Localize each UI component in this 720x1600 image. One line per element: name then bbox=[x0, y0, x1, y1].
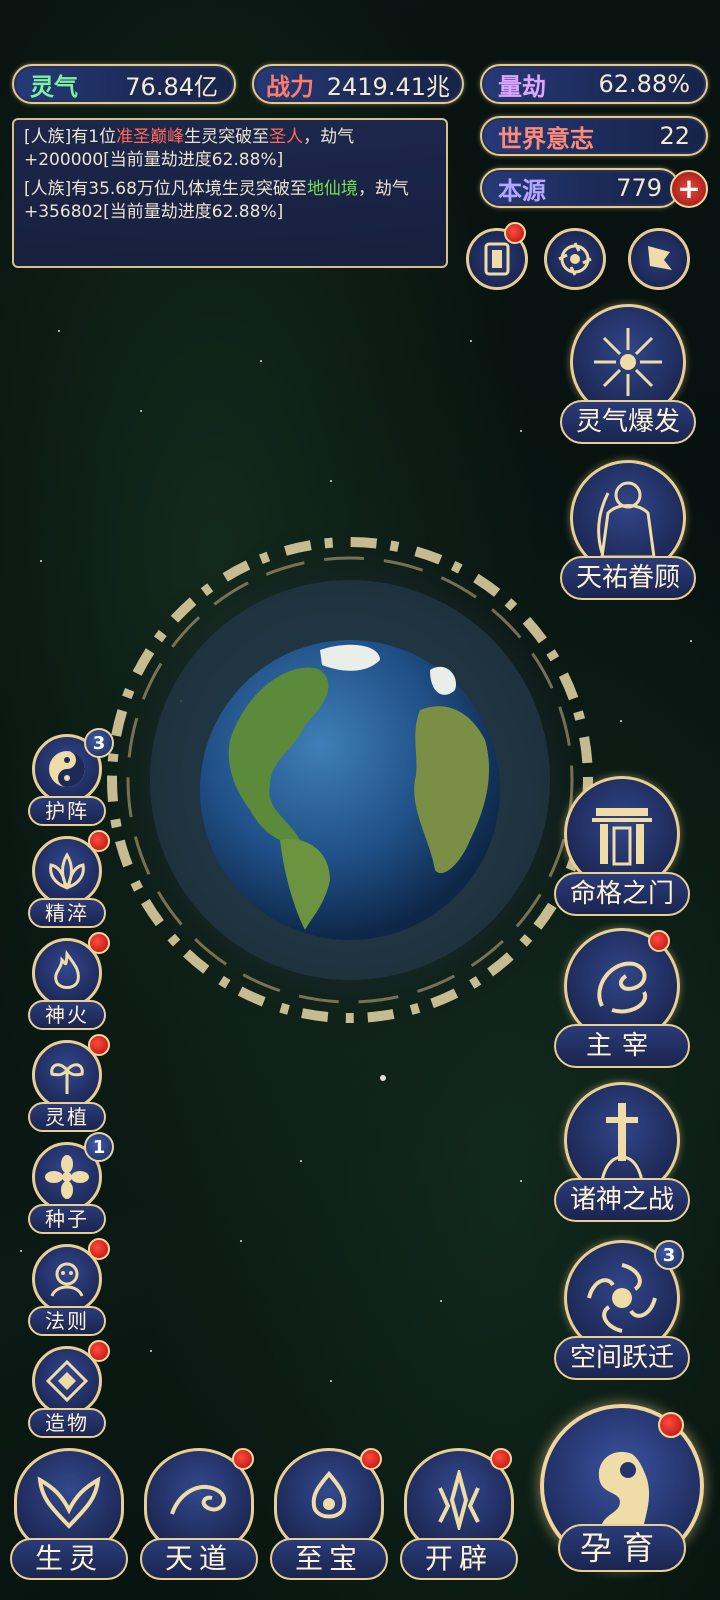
fate-gate-label: 命格之门 bbox=[554, 872, 690, 916]
refine-label: 精淬 bbox=[28, 898, 106, 928]
liangjie-stat[interactable]: 量劫 62.88% bbox=[480, 64, 708, 104]
add-benyuan-button[interactable]: + bbox=[670, 170, 708, 208]
shijie-stat[interactable]: 世界意志 22 bbox=[480, 116, 708, 156]
planet-graphic bbox=[90, 520, 610, 1040]
notification-dot bbox=[504, 222, 526, 244]
flag-icon bbox=[648, 246, 672, 270]
benyuan-label: 本源 bbox=[498, 176, 546, 205]
gods-war-button[interactable]: 诸神之战 bbox=[554, 1082, 690, 1222]
log-text: [人族]有35.68万位凡体境生灵突破至 bbox=[24, 179, 307, 199]
benyuan-stat[interactable]: 本源 779 bbox=[480, 168, 680, 208]
blessing-button[interactable]: 天祐眷顾 bbox=[560, 460, 696, 600]
flag-button[interactable] bbox=[628, 228, 690, 290]
notification-dot bbox=[88, 932, 110, 954]
nurture-label: 孕育 bbox=[558, 1524, 686, 1572]
lingqi-value: 76.84亿 bbox=[125, 72, 218, 101]
notification-dot bbox=[658, 1412, 684, 1438]
log-text: 生灵突破至 bbox=[184, 127, 270, 147]
notification-dot bbox=[88, 1034, 110, 1056]
fate-gate-button[interactable]: 命格之门 bbox=[554, 776, 690, 916]
plus-icon: + bbox=[677, 172, 701, 205]
notification-dot bbox=[360, 1448, 382, 1470]
nav-create-world-label: 开辟 bbox=[400, 1538, 518, 1580]
planet-area[interactable] bbox=[90, 510, 610, 1070]
benyuan-value: 779 bbox=[616, 174, 662, 202]
guard-formation-label: 护阵 bbox=[28, 796, 106, 826]
liangjie-value: 62.88% bbox=[598, 70, 690, 98]
notification-dot bbox=[648, 930, 670, 952]
space-jump-label: 空间跃迁 bbox=[554, 1336, 690, 1380]
zhanli-stat[interactable]: 战力 2419.41兆 bbox=[252, 64, 464, 104]
creation-label: 造物 bbox=[28, 1408, 106, 1438]
shijie-value: 22 bbox=[659, 122, 690, 150]
phoenix-icon bbox=[14, 1448, 124, 1552]
spirit-plant-label: 灵植 bbox=[28, 1102, 106, 1132]
shijie-label: 世界意志 bbox=[498, 124, 594, 153]
count-badge: 1 bbox=[84, 1132, 114, 1162]
nav-heaven-label: 天道 bbox=[140, 1538, 258, 1580]
blessing-label: 天祐眷顾 bbox=[560, 556, 696, 600]
gods-war-label: 诸神之战 bbox=[554, 1178, 690, 1222]
notification-dot bbox=[88, 1340, 110, 1362]
nav-creatures-label: 生灵 bbox=[10, 1538, 128, 1580]
log-realm-to: 圣人 bbox=[269, 127, 304, 147]
law-label: 法则 bbox=[28, 1306, 106, 1336]
nurture-button[interactable]: 孕育 bbox=[540, 1404, 708, 1594]
liangjie-label: 量劫 bbox=[498, 72, 546, 101]
lingqi-stat[interactable]: 灵气 76.84亿 bbox=[12, 64, 236, 104]
vortex-icon bbox=[558, 242, 592, 276]
zhanli-label: 战力 bbox=[266, 72, 314, 101]
count-badge: 3 bbox=[654, 1240, 684, 1270]
lingqi-burst-button[interactable]: 灵气爆发 bbox=[560, 304, 696, 444]
card-icon bbox=[484, 242, 510, 276]
notification-dot bbox=[232, 1448, 254, 1470]
zhanli-value: 2419.41兆 bbox=[326, 72, 450, 101]
count-badge: 3 bbox=[84, 728, 114, 758]
dominator-button[interactable]: 主宰 bbox=[554, 928, 690, 1068]
notification-dot bbox=[88, 1238, 110, 1260]
nav-treasure-label: 至宝 bbox=[270, 1538, 388, 1580]
dominator-label: 主宰 bbox=[554, 1024, 690, 1068]
divine-fire-label: 神火 bbox=[28, 1000, 106, 1030]
log-text: [人族]有1位 bbox=[24, 127, 117, 147]
log-realm-from: 准圣巅峰 bbox=[116, 127, 185, 147]
lingqi-burst-label: 灵气爆发 bbox=[560, 400, 696, 444]
log-realm-to: 地仙境 bbox=[306, 179, 358, 199]
notification-dot bbox=[88, 830, 110, 852]
notification-dot bbox=[490, 1448, 512, 1470]
portal-button[interactable] bbox=[544, 228, 606, 290]
lingqi-label: 灵气 bbox=[30, 72, 78, 101]
seed-label: 种子 bbox=[28, 1204, 106, 1234]
log-entry: [人族]有1位准圣巅峰生灵突破至圣人，劫气+200000[当前量劫进度62.88… bbox=[24, 126, 436, 172]
event-log: [人族]有1位准圣巅峰生灵突破至圣人，劫气+200000[当前量劫进度62.88… bbox=[12, 118, 448, 268]
log-entry: [人族]有35.68万位凡体境生灵突破至地仙境，劫气+356802[当前量劫进度… bbox=[24, 178, 436, 224]
nav-creatures[interactable]: 生灵 bbox=[10, 1448, 128, 1588]
